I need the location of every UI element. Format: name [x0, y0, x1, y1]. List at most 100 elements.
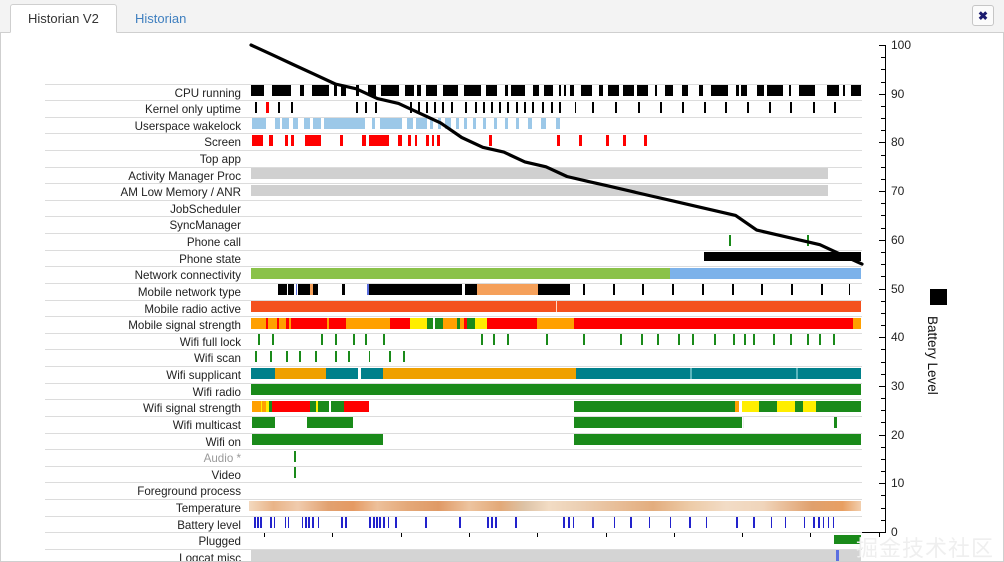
track-segment [459, 517, 461, 529]
y-axis-minor-tick [881, 105, 886, 107]
timeline-track[interactable] [249, 201, 862, 212]
track-segment [630, 517, 632, 529]
timeline-track[interactable] [249, 118, 862, 130]
y-axis-minor-tick [881, 178, 886, 180]
timeline-track[interactable] [249, 434, 862, 446]
track-segment [434, 101, 437, 113]
timeline-track[interactable] [249, 367, 862, 379]
timeline-track[interactable] [249, 267, 862, 279]
row-label-phone-state: Phone state [179, 252, 241, 266]
track-segment [339, 134, 343, 146]
track-segment [578, 134, 582, 146]
track-segment [689, 517, 691, 529]
timeline-track[interactable] [249, 384, 862, 396]
track-segment [623, 85, 634, 96]
track-segment [378, 517, 381, 529]
track-segment [559, 101, 562, 113]
close-icon[interactable]: ✖ [972, 5, 994, 26]
track-segment [308, 517, 311, 529]
timeline-track[interactable] [249, 168, 862, 180]
track-segment [515, 101, 518, 113]
track-segment [499, 101, 502, 113]
track-segment [345, 317, 390, 329]
timeline-track[interactable] [249, 218, 862, 229]
y-axis-minor-tick [881, 300, 886, 302]
timeline-chart: 掘金技术社区 0102030405060708090100 08 AM09 AM… [0, 33, 1004, 562]
row-label-audio: Audio * [203, 452, 241, 466]
track-segment [418, 101, 421, 113]
track-segment [463, 85, 482, 96]
track-segment [605, 134, 609, 146]
y-axis-tick-label: 80 [891, 135, 905, 150]
timeline-track[interactable] [249, 350, 862, 362]
track-segment [375, 517, 378, 529]
timeline-track[interactable] [249, 334, 862, 346]
timeline-track[interactable] [249, 234, 862, 246]
y-axis-tick [879, 239, 886, 241]
track-segment [477, 284, 539, 296]
timeline-track[interactable] [249, 251, 862, 262]
track-segment [802, 400, 817, 412]
timeline-track[interactable] [249, 450, 862, 462]
track-segment [580, 85, 592, 96]
track-segment [790, 284, 793, 296]
timeline-track[interactable] [249, 550, 862, 561]
track-segment [572, 517, 575, 529]
timeline-track[interactable] [249, 101, 862, 113]
track-segment [827, 517, 830, 529]
timeline-track[interactable] [249, 467, 862, 479]
track-segment [310, 284, 313, 296]
track-segment [820, 284, 823, 296]
tab-historian[interactable]: Historian [118, 5, 203, 34]
timeline-track[interactable] [249, 417, 862, 429]
track-segment [505, 85, 509, 96]
track-segment [504, 118, 508, 130]
track-segment [250, 317, 267, 329]
track-segment [356, 85, 359, 96]
timeline-track[interactable] [249, 534, 862, 545]
timeline-track[interactable] [249, 517, 862, 529]
timeline-track[interactable] [249, 317, 862, 329]
track-segment [806, 234, 809, 246]
track-segment [256, 517, 259, 529]
y-axis-minor-tick [881, 154, 886, 156]
timeline-track[interactable] [249, 151, 862, 162]
track-segment [799, 85, 816, 96]
y-axis-tick-label: 0 [891, 525, 898, 539]
track-segment [362, 134, 367, 146]
track-segment [352, 334, 355, 346]
track-segment [416, 118, 427, 130]
timeline-track[interactable] [249, 134, 862, 146]
track-segment [255, 101, 258, 113]
track-segment [369, 517, 371, 529]
tab-historian-v2[interactable]: Historian V2 [10, 4, 117, 33]
track-segment [573, 317, 854, 329]
row-label-battery-level: Battery level [177, 518, 241, 532]
y-axis-minor-tick [881, 276, 886, 278]
timeline-track[interactable] [249, 184, 862, 196]
timeline-track[interactable] [249, 301, 862, 313]
track-segment [752, 334, 755, 346]
track-segment [269, 517, 272, 529]
track-segment [573, 400, 736, 412]
track-segment [293, 467, 296, 479]
timeline-track[interactable] [249, 284, 862, 296]
y-axis-minor-tick [881, 519, 886, 521]
track-segment [317, 517, 320, 529]
track-segment [312, 85, 329, 96]
track-segment [409, 101, 412, 113]
timeline-track[interactable] [249, 85, 862, 96]
timeline-track[interactable] [249, 484, 862, 495]
track-segment [274, 367, 326, 379]
track-segment [555, 301, 558, 313]
row-label-mobile-network-type: Mobile network type [137, 285, 241, 299]
track-segment [733, 334, 736, 346]
track-segment [533, 85, 539, 96]
track-segment [703, 252, 861, 262]
timeline-track[interactable] [249, 500, 862, 512]
timeline-track[interactable] [249, 400, 862, 412]
track-segment [834, 417, 837, 429]
track-segment [273, 517, 276, 529]
close-icon-glyph: ✖ [977, 8, 989, 23]
row-label-wifi-multicast: Wifi multicast [172, 418, 241, 432]
